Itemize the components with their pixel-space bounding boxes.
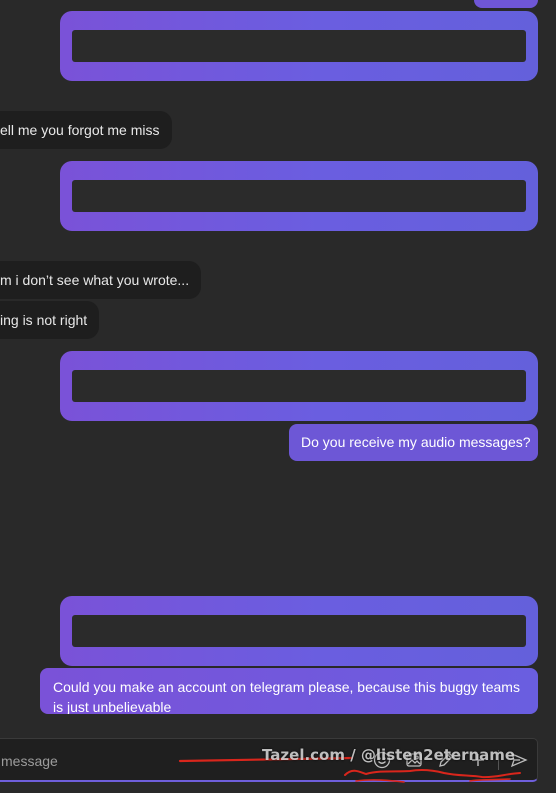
redaction-bar xyxy=(72,615,526,647)
sent-redacted-card xyxy=(60,161,538,231)
watermark: Tazel.com / @listen2etername xyxy=(262,746,516,764)
sent-message: Could you make an account on telegram pl… xyxy=(40,668,538,714)
redaction-bar xyxy=(72,180,526,212)
received-message: ell me you forgot me miss xyxy=(0,111,172,149)
sent-redacted-card xyxy=(60,11,538,81)
compose-placeholder[interactable]: message xyxy=(1,751,58,771)
received-message: ing is not right xyxy=(0,301,100,339)
sent-message-text: Do you receive my audio messages? xyxy=(301,434,531,450)
received-message: m i don’t see what you wrote... xyxy=(0,261,202,299)
sent-message-text: Could you make an account on telegram pl… xyxy=(53,679,520,714)
redaction-bar xyxy=(72,30,526,62)
chat-pane: ell me you forgot me miss m i don’t see … xyxy=(0,0,556,793)
sent-redacted-card xyxy=(60,596,538,666)
redaction-bar xyxy=(72,370,526,402)
received-message-text: m i don’t see what you wrote... xyxy=(0,272,190,288)
sent-message-partial xyxy=(474,0,538,8)
received-message-text: ing is not right xyxy=(0,312,88,328)
sent-redacted-card xyxy=(60,351,538,421)
received-message-text: ell me you forgot me miss xyxy=(0,122,160,138)
sent-message: Do you receive my audio messages? xyxy=(289,424,538,461)
